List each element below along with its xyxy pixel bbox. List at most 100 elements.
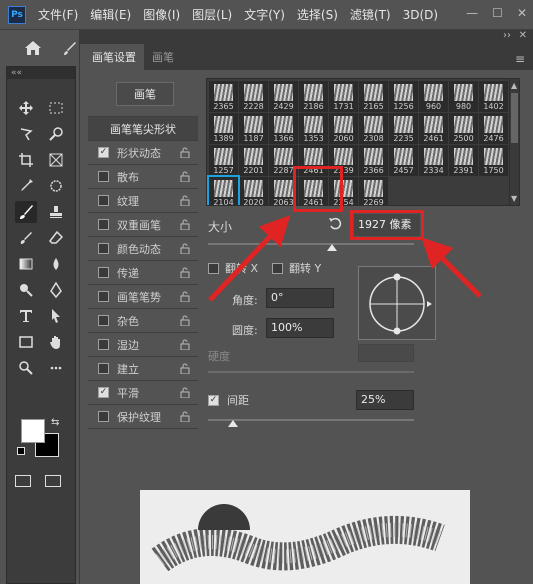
brush-tip-cell[interactable]: 2186 (299, 81, 328, 112)
tab-brush-settings[interactable]: 画笔设置 (84, 44, 144, 70)
angle-roundness-compass[interactable] (358, 266, 436, 340)
option-checkbox[interactable] (98, 267, 109, 278)
brush-tip-cell[interactable]: 2334 (419, 145, 448, 176)
brush-tip-cell[interactable]: 1389 (209, 113, 238, 144)
spacing-slider-thumb[interactable] (227, 420, 238, 427)
panel-menu-icon[interactable]: ≡ (515, 52, 525, 66)
lock-icon[interactable] (180, 171, 190, 185)
frame-icon[interactable] (45, 149, 67, 171)
reset-size-icon[interactable] (328, 216, 344, 235)
lock-icon[interactable] (180, 219, 190, 233)
lock-icon[interactable] (180, 315, 190, 329)
spacing-option[interactable]: ✓ 间距 (208, 392, 249, 408)
minimize-button[interactable]: — (466, 6, 478, 20)
flip-y-checkbox[interactable] (272, 262, 283, 274)
brush-tip-cell[interactable]: 2060 (329, 113, 358, 144)
option-checkbox[interactable] (98, 219, 109, 230)
spacing-slider-track[interactable] (208, 419, 414, 421)
history-brush-icon[interactable] (15, 227, 37, 249)
home-icon[interactable] (24, 40, 42, 59)
option-checkbox[interactable] (98, 195, 109, 206)
lock-icon[interactable] (180, 267, 190, 281)
lock-icon[interactable] (180, 195, 190, 209)
lock-icon[interactable] (180, 363, 190, 377)
swap-colors-icon[interactable]: ⇆ (51, 417, 59, 428)
move-icon[interactable] (15, 97, 37, 119)
brush-option-item[interactable]: 双重画笔 (88, 213, 198, 237)
brush-option-item[interactable]: 杂色 (88, 309, 198, 333)
flip-x-checkbox[interactable] (208, 262, 219, 274)
brush-tip-cell[interactable]: 1750 (479, 145, 508, 176)
default-colors-icon[interactable] (17, 447, 25, 455)
brush-tip-cell[interactable]: 1187 (239, 113, 268, 144)
spacing-input[interactable]: 25% (356, 390, 414, 410)
hand-icon[interactable] (45, 331, 67, 353)
brush-tip-cell[interactable]: 960 (419, 81, 448, 112)
size-slider-track[interactable] (208, 243, 414, 245)
brush-tip-cell[interactable]: 1731 (329, 81, 358, 112)
tab-brushes[interactable]: 画笔 (144, 44, 182, 70)
menu-edit[interactable]: 编辑(E) (90, 6, 131, 23)
menu-image[interactable]: 图像(I) (143, 6, 180, 23)
collapse-panels-icon[interactable]: ›› (503, 30, 511, 41)
blur-icon[interactable] (45, 253, 67, 275)
size-slider-thumb[interactable] (326, 244, 337, 251)
brush-tip-cell[interactable]: 2165 (359, 81, 388, 112)
gradient-icon[interactable] (15, 253, 37, 275)
brush-tip-cell[interactable]: 2366 (359, 145, 388, 176)
spot-heal-icon[interactable] (45, 175, 67, 197)
brush-tip-cell[interactable]: 1257 (209, 145, 238, 176)
brush-tip-cell[interactable]: 980 (449, 81, 478, 112)
lock-icon[interactable] (180, 339, 190, 353)
more-tools-icon[interactable] (45, 357, 67, 379)
spacing-checkbox[interactable]: ✓ (208, 394, 219, 406)
dodge-icon[interactable] (15, 279, 37, 301)
scrollbar-thumb[interactable] (511, 93, 518, 143)
brush-option-item[interactable]: 湿边 (88, 333, 198, 357)
angle-input[interactable]: 0° (266, 288, 334, 308)
crop-icon[interactable] (15, 149, 37, 171)
brush-option-item[interactable]: 传递 (88, 261, 198, 285)
path-select-icon[interactable] (45, 305, 67, 327)
quick-mask-icon[interactable] (15, 475, 31, 487)
option-checkbox[interactable] (98, 363, 109, 374)
option-checkbox[interactable] (98, 171, 109, 182)
brush-option-item[interactable]: ✓ 形状动态 (88, 141, 198, 165)
lock-icon[interactable] (180, 291, 190, 305)
brush-tip-cell[interactable]: 1366 (269, 113, 298, 144)
brush-tip-cell[interactable]: 2500 (449, 113, 478, 144)
menu-filter[interactable]: 滤镜(T) (350, 6, 391, 23)
brush-tip-cell[interactable]: 2201 (239, 145, 268, 176)
roundness-input[interactable]: 100% (266, 318, 334, 338)
brush-tip-cell[interactable]: 2429 (269, 81, 298, 112)
stamp-icon[interactable] (45, 201, 67, 223)
option-checkbox[interactable]: ✓ (98, 387, 109, 398)
close-panel-icon[interactable]: ✕ (519, 30, 527, 41)
brush-tip-cell[interactable]: 2228 (239, 81, 268, 112)
eraser-icon[interactable] (45, 227, 67, 249)
brush-tip-cell[interactable]: 2104 (207, 175, 240, 205)
brush-tool-icon[interactable] (15, 201, 37, 223)
brush-option-item[interactable]: 建立 (88, 357, 198, 381)
option-checkbox[interactable] (98, 339, 109, 350)
menu-3d[interactable]: 3D(D) (403, 8, 438, 22)
toolbox-collapse[interactable]: «« (7, 67, 75, 79)
brush-tip-cell[interactable]: 2476 (479, 113, 508, 144)
option-checkbox[interactable] (98, 411, 109, 422)
marquee-icon[interactable] (45, 97, 67, 119)
maximize-button[interactable]: ☐ (492, 6, 503, 20)
brush-tip-cell[interactable]: 2457 (389, 145, 418, 176)
brush-preset-icon[interactable] (62, 40, 78, 59)
brush-option-item[interactable]: ✓ 平滑 (88, 381, 198, 405)
rectangle-icon[interactable] (15, 331, 37, 353)
brushes-button[interactable]: 画笔 (116, 82, 174, 106)
option-checkbox[interactable] (98, 291, 109, 302)
menu-layer[interactable]: 图层(L) (192, 6, 232, 23)
menu-select[interactable]: 选择(S) (297, 6, 338, 23)
lock-icon[interactable] (180, 411, 190, 425)
brush-tip-cell[interactable]: 2461 (419, 113, 448, 144)
lasso-icon[interactable] (15, 123, 37, 145)
brush-tip-cell[interactable]: 1256 (389, 81, 418, 112)
brush-tip-cell[interactable]: 2308 (359, 113, 388, 144)
option-checkbox[interactable] (98, 315, 109, 326)
